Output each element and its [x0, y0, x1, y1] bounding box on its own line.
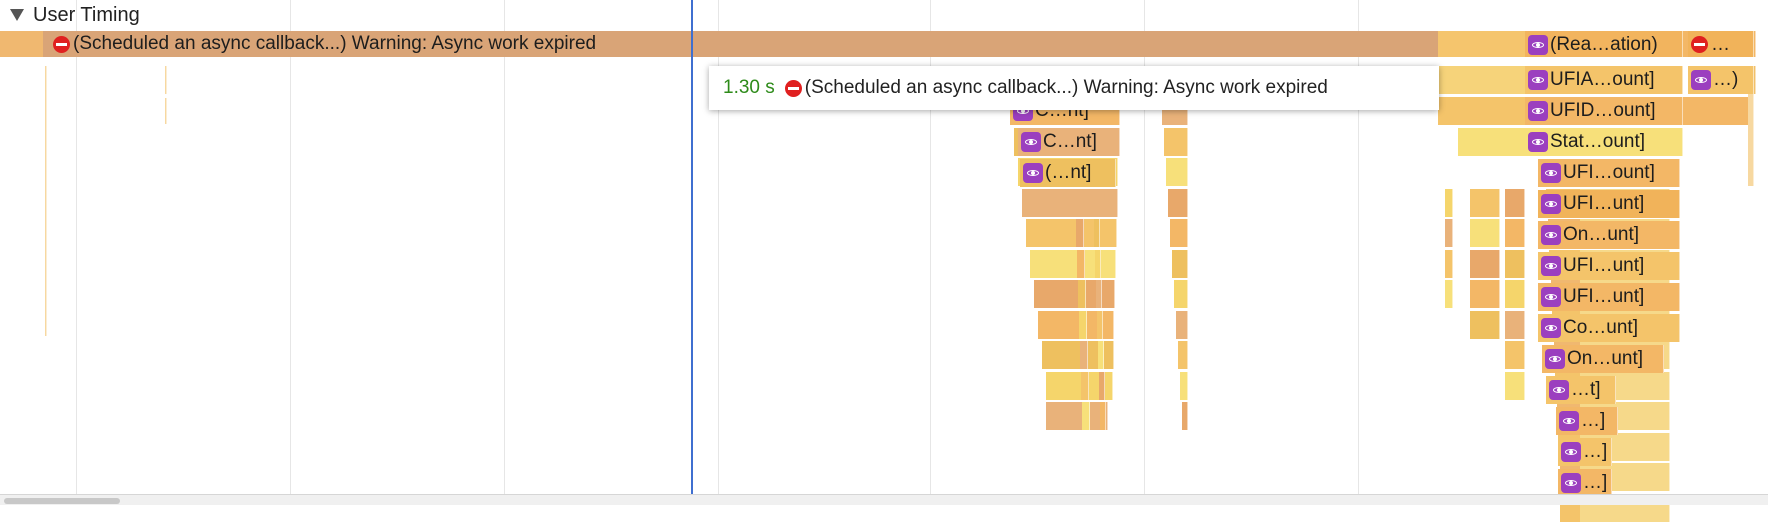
hover-tooltip: 1.30 s (Scheduled an async callback...) … [709, 66, 1439, 110]
tooltip-duration: 1.30 s [723, 77, 775, 98]
scrollbar-thumb[interactable] [4, 498, 120, 504]
tooltip-label: (Scheduled an async callback...) Warning… [804, 77, 1328, 98]
cursor-line [691, 0, 693, 494]
horizontal-scrollbar[interactable] [0, 494, 1768, 505]
warning-icon [784, 79, 802, 97]
